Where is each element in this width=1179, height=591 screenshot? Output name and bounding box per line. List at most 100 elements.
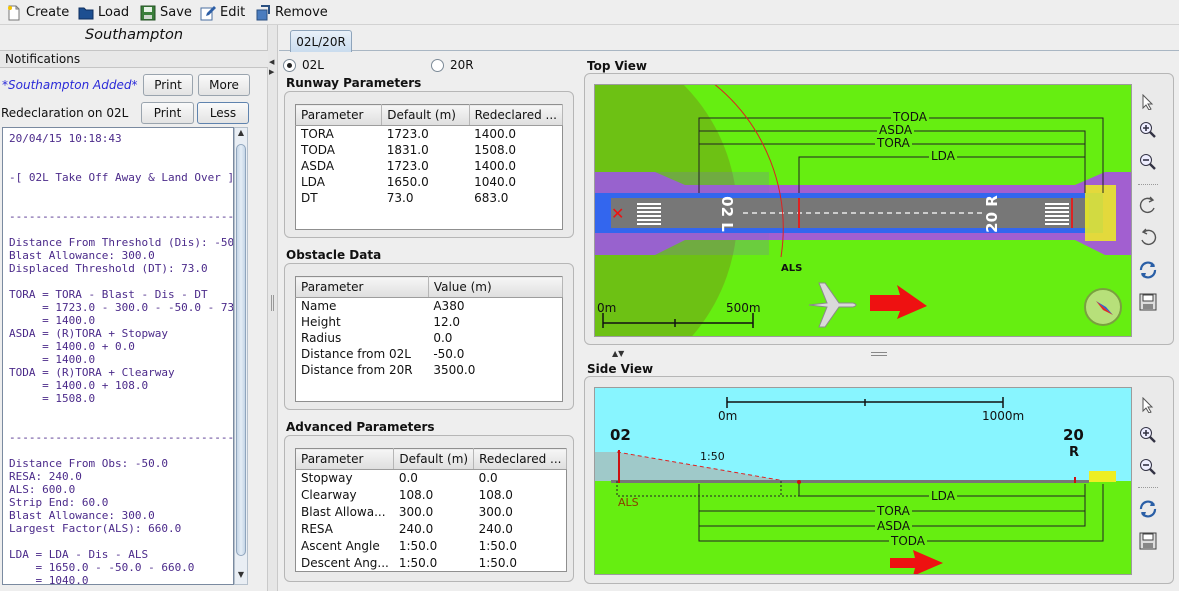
zoom-in-icon[interactable] xyxy=(1136,118,1160,142)
table-row[interactable]: Ascent Angle 1:50.0 1:50.0 xyxy=(296,538,567,555)
zoom-in-icon[interactable] xyxy=(1136,423,1160,447)
scroll-down-icon[interactable]: ▼ xyxy=(235,570,247,584)
more-button[interactable]: More xyxy=(198,74,250,96)
rotate-left-icon[interactable] xyxy=(1136,194,1160,218)
save-button[interactable]: Save xyxy=(140,3,192,22)
zoom-out-icon[interactable] xyxy=(1136,150,1160,174)
threshold-20-label: 20 xyxy=(1063,426,1084,444)
print-redeclaration-button[interactable]: Print xyxy=(141,102,194,124)
cell: 12.0 xyxy=(433,314,461,329)
print-added-button[interactable]: Print xyxy=(143,74,193,96)
cell: 1:50.0 xyxy=(478,555,517,570)
side-view-drawing xyxy=(595,388,1131,574)
cell: 1508.0 xyxy=(474,142,517,157)
cell: Height xyxy=(301,314,341,329)
table-row[interactable]: Distance from 02L -50.0 xyxy=(296,346,563,362)
obstacle-table[interactable]: Parameter Value (m) Name A380 Height 12.0 … xyxy=(295,276,564,402)
cell: 108.0 xyxy=(478,488,513,502)
zoom-out-icon[interactable] xyxy=(1136,455,1160,479)
scale-start-label: 0m xyxy=(718,409,738,423)
asda-label: ASDA xyxy=(877,123,915,137)
table-row[interactable]: RESA 240.0 240.0 xyxy=(296,521,567,538)
tab-runway-02l-20r[interactable]: 02L/20R xyxy=(290,30,352,52)
col-header[interactable]: Default (m) xyxy=(381,104,470,126)
runway-params-title: Runway Parameters xyxy=(286,76,422,90)
table-row[interactable]: TORA 1723.0 1400.0 xyxy=(296,126,563,142)
runway-designator-20r: 20 R xyxy=(983,195,1001,233)
top-view-canvas[interactable]: ✕ TODA ASDA TORA LDA 02 L 20 R ALS 0m 50… xyxy=(594,84,1132,337)
threshold-r-label: R xyxy=(1069,445,1080,460)
new-file-icon xyxy=(6,5,22,21)
collapse-views-icon[interactable]: ▲▼ xyxy=(612,349,624,358)
less-button[interactable]: Less xyxy=(197,102,249,124)
slope-ratio-label: 1:50 xyxy=(700,450,725,463)
runway-designator-02l: 02 L xyxy=(718,196,736,232)
rotate-right-icon[interactable] xyxy=(1136,226,1160,250)
table-row[interactable]: ASDA 1723.0 1400.0 xyxy=(296,158,563,174)
refresh-icon[interactable] xyxy=(1136,258,1160,282)
refresh-icon[interactable] xyxy=(1136,497,1160,521)
table-row[interactable]: Height 12.0 xyxy=(296,314,563,330)
notification-panel: Southampton Notifications *Southampton A… xyxy=(0,25,268,591)
scale-end-label: 500m xyxy=(726,301,761,315)
cell: RESA xyxy=(301,522,333,536)
asda-label: ASDA xyxy=(875,519,913,533)
table-row[interactable]: Blast Allowa... 300.0 300.0 xyxy=(296,504,567,521)
table-row[interactable]: Stopway 0.0 0.0 xyxy=(296,470,567,487)
create-button[interactable]: Create xyxy=(6,3,69,22)
col-header[interactable]: Parameter xyxy=(295,104,383,126)
als-label: ALS xyxy=(618,496,639,509)
redeclaration-title: Redeclaration on 02L xyxy=(1,106,129,120)
log-scrollbar[interactable]: ▲ ▼ xyxy=(234,127,248,585)
view-splitter-grip[interactable] xyxy=(871,352,887,356)
cell: Descent Ang... xyxy=(301,555,389,570)
panel-splitter[interactable]: ◀ ▶ xyxy=(268,25,278,591)
notifications-header: Notifications xyxy=(0,50,268,68)
cell: Radius xyxy=(301,330,342,345)
scroll-thumb[interactable] xyxy=(236,144,246,556)
top-view-title: Top View xyxy=(587,59,648,73)
cell: TODA xyxy=(301,142,336,157)
col-header[interactable]: Parameter xyxy=(295,276,429,298)
stopway-profile xyxy=(1089,471,1116,482)
save-image-icon[interactable] xyxy=(1136,290,1160,314)
cell: Stopway xyxy=(301,471,353,486)
table-row[interactable]: TODA 1831.0 1508.0 xyxy=(296,142,563,158)
table-row[interactable]: Distance from 20R 3500.0 xyxy=(296,362,563,378)
expand-right-icon[interactable]: ▶ xyxy=(269,68,274,76)
remove-button[interactable]: Remove xyxy=(255,3,328,22)
table-row[interactable]: Descent Ang... 1:50.0 1:50.0 xyxy=(296,555,567,572)
advanced-title: Advanced Parameters xyxy=(286,420,435,434)
save-image-icon[interactable] xyxy=(1136,529,1160,553)
runway-params-table[interactable]: Parameter Default (m) Redeclared ... TOR… xyxy=(295,104,564,230)
edit-button[interactable]: Edit xyxy=(200,3,245,22)
table-row[interactable]: Radius 0.0 xyxy=(296,330,563,346)
col-header[interactable]: Value (m) xyxy=(428,276,564,298)
table-header-row: Parameter Value (m) xyxy=(295,276,564,298)
calculation-log[interactable]: 20/04/15 10:18:43 -[ 02L Take Off Away &… xyxy=(2,127,234,585)
cell: Blast Allowa... xyxy=(301,505,386,519)
scroll-up-icon[interactable]: ▲ xyxy=(235,128,247,142)
table-row[interactable]: LDA 1650.0 1040.0 xyxy=(296,174,563,190)
toda-label: TODA xyxy=(889,534,928,548)
radio-02l[interactable]: 02L xyxy=(283,58,324,72)
table-row[interactable]: Name A380 xyxy=(296,298,563,314)
col-header[interactable]: Default (m) xyxy=(393,448,475,470)
load-button[interactable]: Load xyxy=(78,3,129,22)
splitter-grip[interactable] xyxy=(271,295,274,311)
pointer-icon[interactable] xyxy=(1136,90,1160,114)
col-header[interactable]: Redeclared ... xyxy=(473,448,568,470)
cell: 240.0 xyxy=(398,522,434,536)
radio-20r[interactable]: 20R xyxy=(431,58,474,72)
advanced-table[interactable]: Parameter Default (m) Redeclared ... Sto… xyxy=(295,448,568,572)
collapse-left-icon[interactable]: ◀ xyxy=(269,58,274,66)
table-row[interactable]: DT 73.0 683.0 xyxy=(296,190,563,206)
cell: 300.0 xyxy=(398,505,434,519)
col-header[interactable]: Parameter xyxy=(295,448,395,470)
side-view-canvas[interactable]: 0m 1000m 02 20 R 1:50 ALS LDA TORA ASDA … xyxy=(594,387,1132,575)
pointer-icon[interactable] xyxy=(1136,393,1160,417)
cell: Distance from 20R xyxy=(301,362,413,377)
stopway-area xyxy=(1085,185,1116,241)
table-row[interactable]: Clearway 108.0 108.0 xyxy=(296,487,567,504)
col-header[interactable]: Redeclared ... xyxy=(469,104,564,126)
